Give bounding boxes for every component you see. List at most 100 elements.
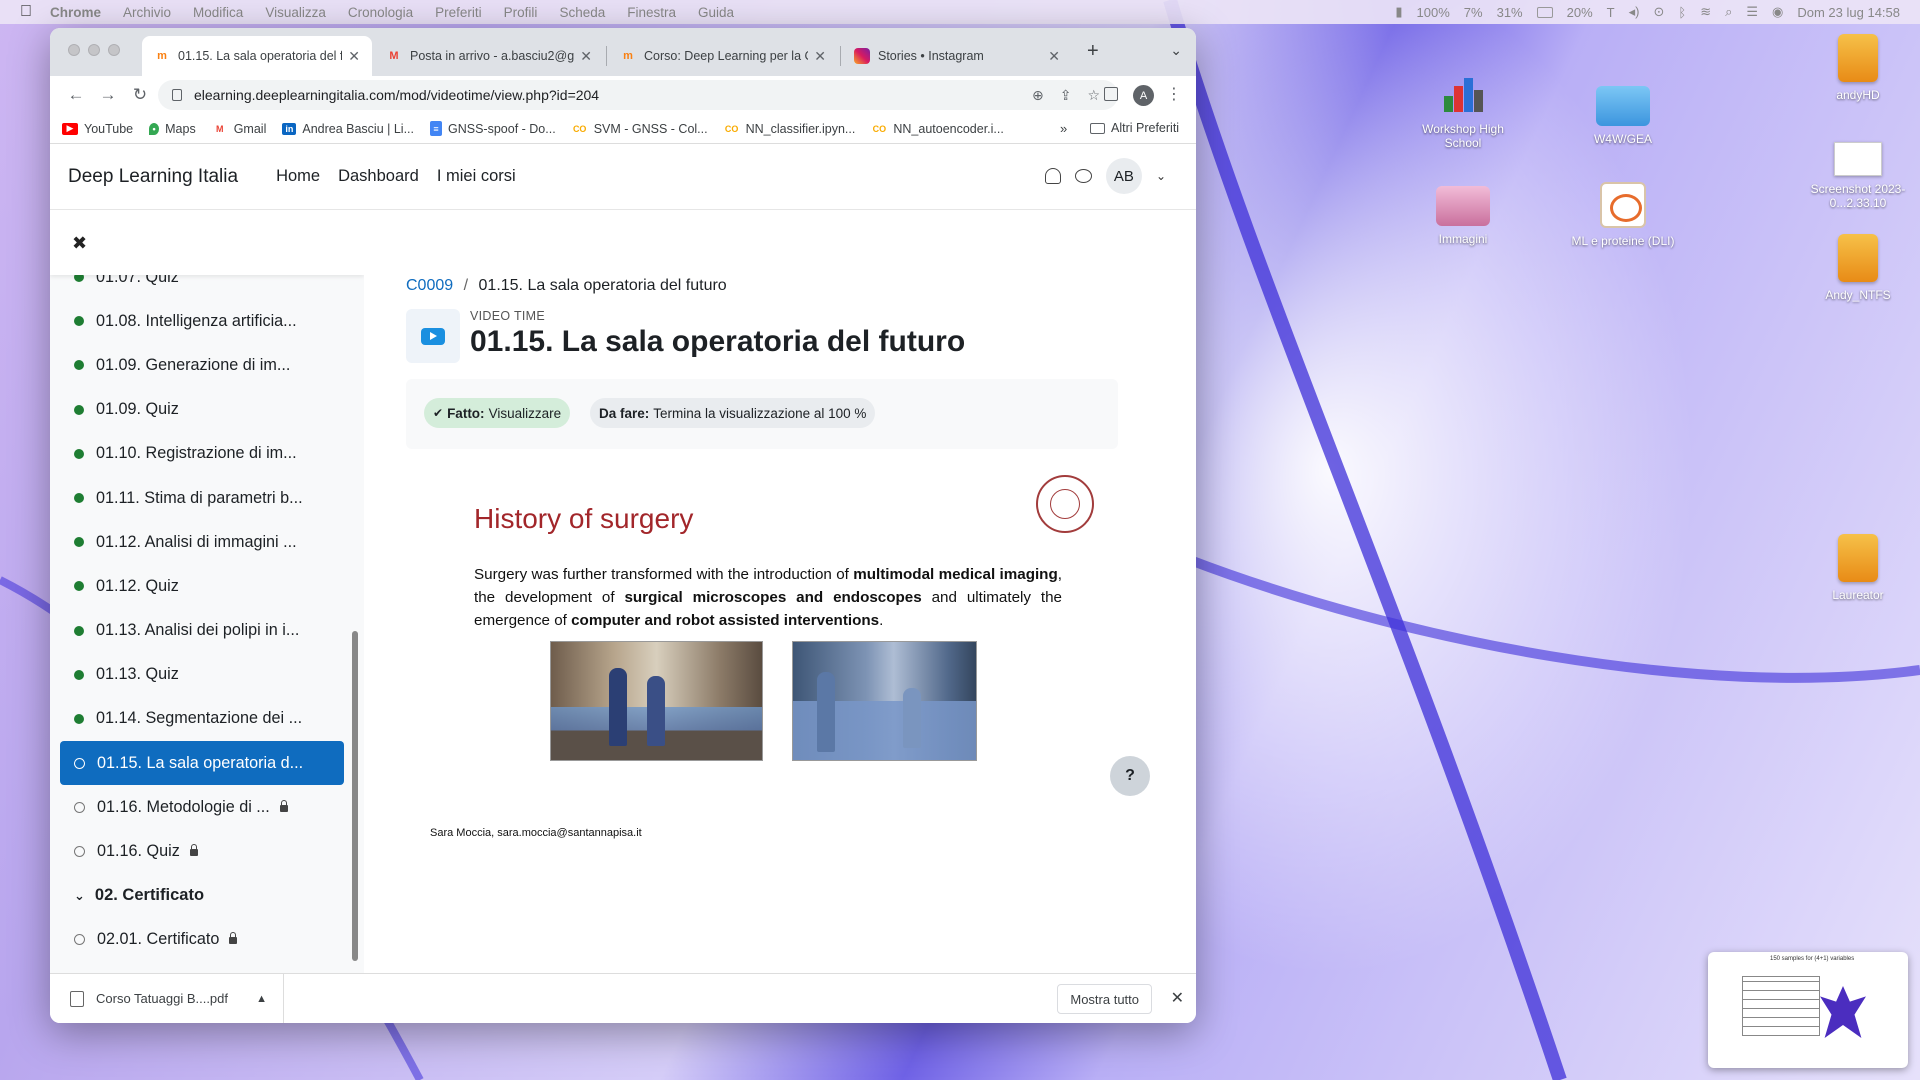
address-bar[interactable]: elearning.deeplearningitalia.com/mod/vid… [158,80,1118,110]
tab-title: Posta in arrivo - a.basciu2@gr [410,49,574,63]
download-item[interactable]: Corso Tatuaggi B....pdf ▲ [50,973,284,1023]
zoom-window-button[interactable] [108,44,120,56]
menubar-clock[interactable]: Dom 23 lug 14:58 [1797,5,1900,20]
bluetooth-icon[interactable]: ᛒ [1678,5,1686,20]
bookmark-youtube[interactable]: ▶ YouTube [62,122,133,136]
notifications-bell-icon[interactable] [1044,168,1061,184]
siri-icon[interactable]: ◉ [1772,4,1783,20]
menu-finestra[interactable]: Finestra [627,5,676,20]
tab-corso[interactable]: m Corso: Deep Learning per la C ✕ [608,36,838,76]
media-icon[interactable]: ⊙ [1653,4,1664,20]
close-window-button[interactable] [68,44,80,56]
course-index-item[interactable]: 01.16. Metodologie di ... [50,785,364,829]
tab-instagram[interactable]: Stories • Instagram ✕ [842,36,1072,76]
tab-gmail[interactable]: M Posta in arrivo - a.basciu2@gr ✕ [374,36,604,76]
bookmark-nn-classifier[interactable]: CO NN_classifier.ipyn... [723,122,855,136]
close-tab-icon[interactable]: ✕ [348,48,360,65]
nav-home[interactable]: Home [276,167,320,186]
desktop-icon-andy-ntfs[interactable]: Andy_NTFS [1803,234,1913,302]
menu-visualizza[interactable]: Visualizza [265,5,326,20]
close-tab-icon[interactable]: ✕ [1048,48,1060,65]
close-tab-icon[interactable]: ✕ [814,48,826,65]
help-button[interactable]: ? [1110,756,1150,796]
drawer-scrollbar[interactable] [352,631,358,961]
text-input-icon[interactable]: T [1607,5,1615,20]
breadcrumb-course-link[interactable]: C0009 [406,277,453,294]
chevron-down-icon[interactable]: ⌄ [1156,169,1166,183]
apple-menu-icon[interactable]:  [20,3,32,21]
menu-scheda[interactable]: Scheda [559,5,605,20]
back-icon[interactable]: ← [62,85,90,105]
desktop-icon-workshop[interactable]: Workshop High School [1408,70,1518,150]
nav-dashboard[interactable]: Dashboard [338,167,419,186]
course-index-item-active[interactable]: 01.15. La sala operatoria d... [60,741,344,786]
menu-archivio[interactable]: Archivio [123,5,171,20]
close-drawer-icon[interactable]: ✖ [72,233,87,254]
reload-icon[interactable]: ↻ [126,85,154,105]
course-index-item[interactable]: 01.08. Intelligenza artificia... [50,299,364,343]
course-index-item[interactable]: 01.14. Segmentazione dei ... [50,697,364,741]
menu-profili[interactable]: Profili [504,5,538,20]
side-panel-icon[interactable] [1104,87,1118,101]
volume-icon[interactable]: ◂) [1629,4,1640,20]
lock-icon[interactable] [172,89,182,101]
menu-guida[interactable]: Guida [698,5,734,20]
tab-search-icon[interactable]: ⌄ [1170,42,1182,59]
spotlight-search-icon[interactable]: ⌕ [1725,4,1732,20]
bookmark-maps[interactable]: • Maps [149,122,196,136]
course-index-item[interactable]: 01.10. Registrazione di im... [50,432,364,476]
bookmark-gmail[interactable]: M Gmail [211,122,266,136]
menu-app-name[interactable]: Chrome [50,5,101,20]
minimize-window-button[interactable] [88,44,100,56]
forward-icon[interactable]: → [94,85,122,105]
course-index-item[interactable]: 01.12. Analisi di immagini ... [50,520,364,564]
course-index-item[interactable]: 01.13. Analisi dei polipi in i... [50,609,364,653]
profile-avatar[interactable]: A [1133,85,1154,106]
desktop-icon-ml-proteine[interactable]: ML e proteine (DLI) [1568,182,1678,248]
bookmark-linkedin[interactable]: in Andrea Basciu | Li... [282,122,414,136]
download-filename[interactable]: Corso Tatuaggi B....pdf [96,991,228,1006]
desktop-icon-laureator[interactable]: Laureator [1803,534,1913,602]
desktop-icon-andyhd[interactable]: andyHD [1803,34,1913,102]
bookmark-svm-gnss[interactable]: CO SVM - GNSS - Col... [571,122,708,136]
course-index-item[interactable]: 01.09. Generazione di im... [50,343,364,387]
menu-modifica[interactable]: Modifica [193,5,243,20]
close-tab-icon[interactable]: ✕ [580,48,592,65]
battery-icon[interactable]: ▮ [1395,4,1402,20]
url-text[interactable]: elearning.deeplearningitalia.com/mod/vid… [194,87,599,103]
desktop-icon-screenshot[interactable]: Screenshot 2023-0...2.33.10 [1803,142,1913,210]
course-index-item[interactable]: 01.13. Quiz [50,653,364,697]
close-downloads-icon[interactable]: ✕ [1171,988,1184,1008]
bookmark-star-icon[interactable]: ☆ [1087,87,1100,104]
bookmark-folder-altri[interactable]: Altri Preferiti [1090,121,1179,135]
wifi-icon[interactable]: ≋ [1700,4,1711,20]
new-tab-button[interactable]: + [1087,40,1099,63]
course-index-item[interactable]: 01.09. Quiz [50,388,364,432]
course-index-item[interactable]: 02.01. Certificato [50,918,364,962]
control-center-icon[interactable]: ☰ [1746,4,1758,20]
course-section-header[interactable]: ⌄ 02. Certificato [50,874,364,918]
bookmark-gnss-spoof[interactable]: ≡ GNSS-spoof - Do... [430,121,556,136]
site-brand[interactable]: Deep Learning Italia [68,166,238,188]
bookmark-nn-autoencoder[interactable]: CO NN_autoencoder.i... [871,122,1004,136]
nav-my-courses[interactable]: I miei corsi [437,167,516,186]
show-all-downloads-button[interactable]: Mostra tutto [1057,984,1152,1014]
course-index-item[interactable]: 01.11. Stima di parametri b... [50,476,364,520]
desktop-icon-w4w-gea[interactable]: W4W/GEA [1568,86,1678,146]
course-index-item[interactable]: 01.12. Quiz [50,564,364,608]
chevron-up-icon[interactable]: ▲ [256,993,267,1005]
video-player[interactable]: History of surgery Surgery was further t… [406,461,1118,861]
messages-chat-icon[interactable] [1074,169,1092,183]
desktop-icon-immagini[interactable]: Immagini [1408,186,1518,246]
chevron-down-icon[interactable]: ⌄ [74,888,85,904]
course-index-item[interactable]: 01.16. Quiz [50,829,364,873]
menu-cronologia[interactable]: Cronologia [348,5,413,20]
zoom-icon[interactable]: ⊕ [1032,87,1044,104]
bookmarks-overflow-button[interactable]: » [1060,121,1067,136]
tab-current[interactable]: m 01.15. La sala operatoria del fu ✕ [142,36,372,76]
chrome-menu-icon[interactable]: ⋮ [1166,84,1182,104]
user-avatar[interactable]: AB [1105,158,1142,194]
share-icon[interactable]: ⇪ [1060,87,1072,104]
menu-preferiti[interactable]: Preferiti [435,5,482,20]
screenshot-preview-thumbnail[interactable]: 150 samples for (4+1) variables [1708,952,1908,1068]
